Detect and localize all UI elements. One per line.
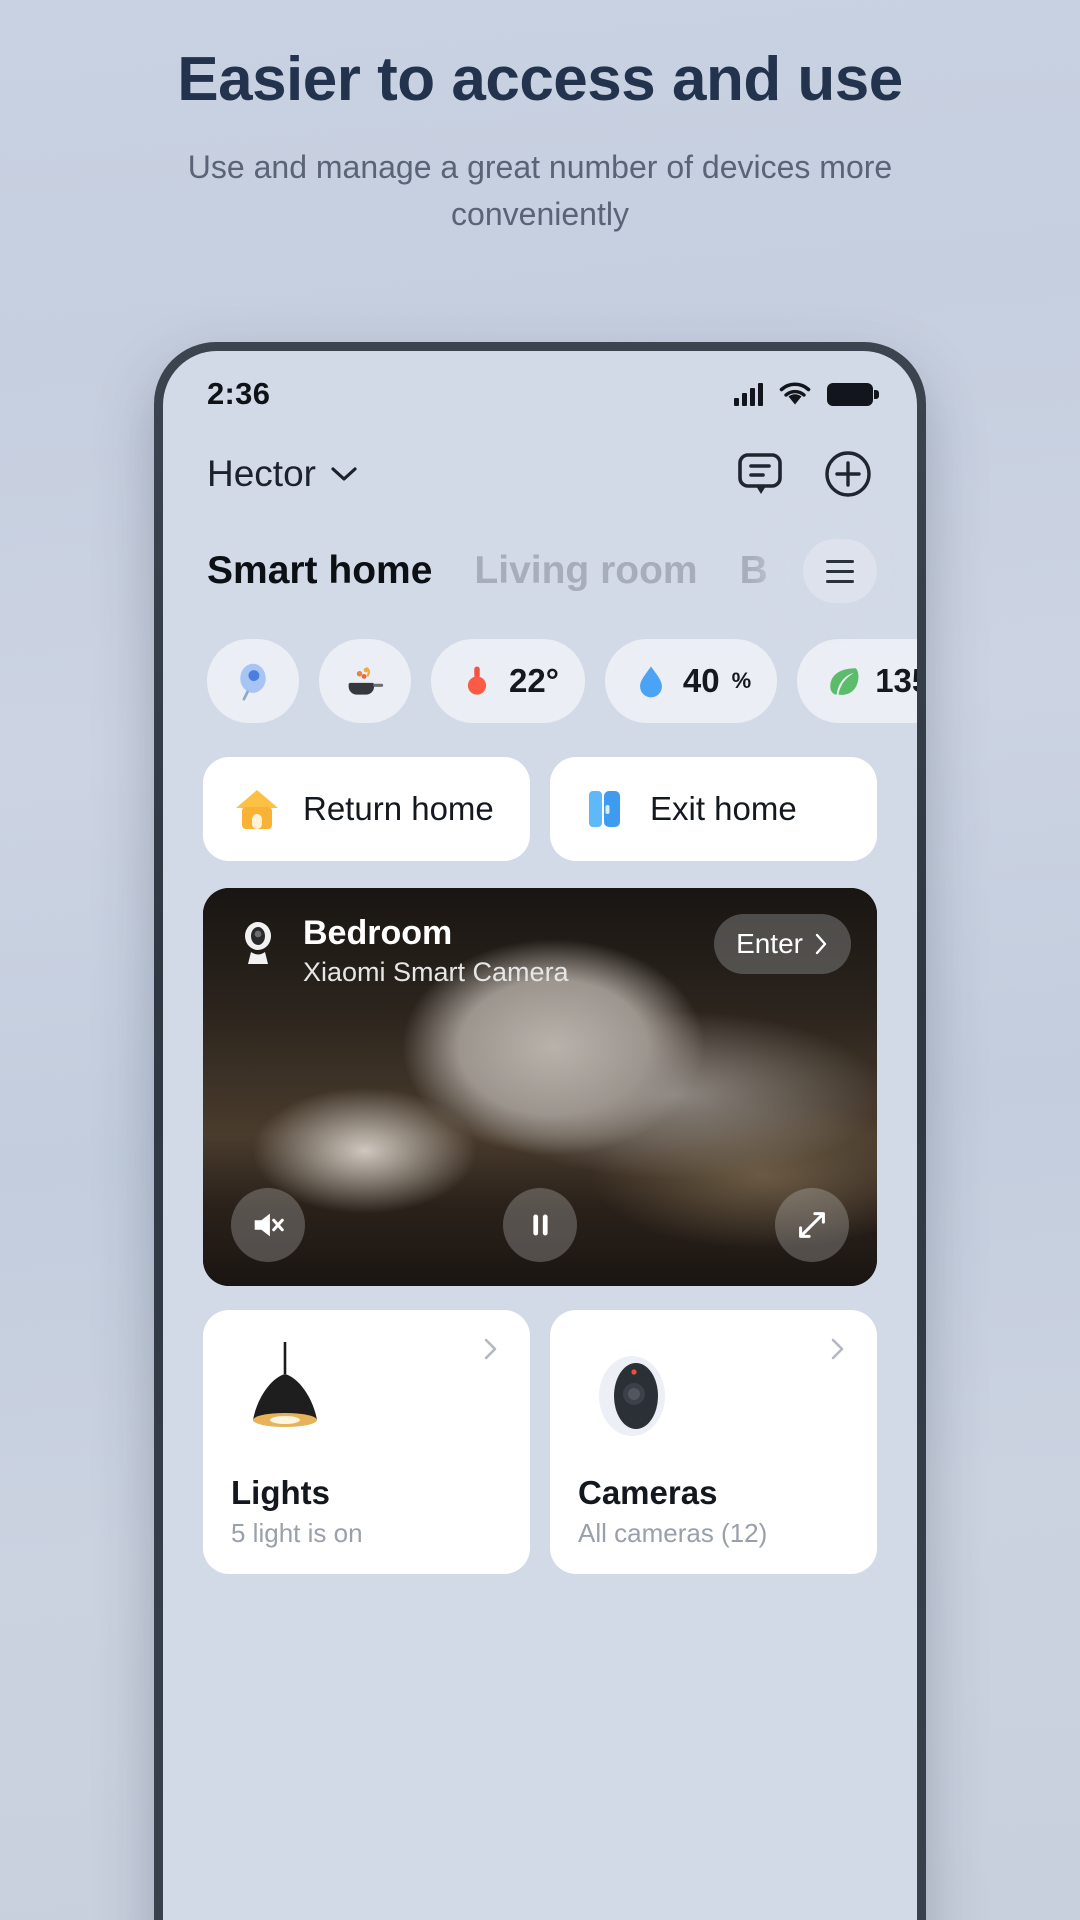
page-subtitle: Use and manage a great number of devices… — [187, 149, 893, 232]
wifi-icon — [779, 382, 811, 405]
pause-icon — [533, 1214, 548, 1236]
hamburger-menu-icon — [826, 559, 854, 583]
scene-buttons: Return home Exit home — [163, 723, 917, 861]
chevron-right-icon — [484, 1338, 497, 1360]
tab-list: Smart home Living room B — [207, 549, 803, 593]
device-card-row: Lights 5 light is on Cameras All cameras… — [163, 1286, 917, 1574]
thermometer-icon — [467, 666, 487, 695]
enter-label: Enter — [736, 928, 803, 959]
tab-living-room[interactable]: Living room — [474, 549, 697, 593]
fullscreen-button[interactable] — [775, 1188, 849, 1262]
message-icon[interactable] — [735, 449, 785, 499]
door-icon — [589, 791, 620, 827]
pendant-lamp-icon — [253, 1342, 317, 1427]
page-title: Easier to access and use — [177, 45, 903, 114]
hamburger-menu-button[interactable] — [803, 539, 877, 603]
air-quality-chip[interactable]: 135 — [797, 639, 917, 723]
chevron-down-icon — [331, 467, 357, 481]
status-bar: 2:36 — [163, 351, 917, 423]
camera-device-icon — [599, 1356, 665, 1436]
phone-mockup: 2:36 Hector Smart home Living room B 22°… — [154, 342, 926, 1920]
camera-room-label: Bedroom — [303, 914, 453, 952]
home-name-label: Hector — [207, 453, 316, 494]
lights-subtitle: 5 light is on — [231, 1518, 363, 1548]
tab-smart-home[interactable]: Smart home — [207, 549, 432, 593]
plus-circle-icon[interactable] — [823, 449, 873, 499]
camera-card-header: Bedroom Xiaomi Smart Camera Enter — [231, 914, 851, 988]
air-quality-value: 135 — [875, 662, 917, 699]
temperature-chip[interactable]: 22° — [431, 639, 585, 723]
camera-preview-card[interactable]: Bedroom Xiaomi Smart Camera Enter — [203, 888, 877, 1286]
cellular-signal-icon — [734, 382, 763, 406]
temperature-value: 22° — [509, 662, 559, 699]
status-chip-row: 22° 40 % 135 — [163, 603, 917, 723]
phone-screen: 2:36 Hector Smart home Living room B 22°… — [163, 351, 917, 1920]
humidity-chip[interactable]: 40 % — [604, 639, 778, 723]
chevron-right-icon — [815, 933, 827, 955]
camera-card-text: Bedroom Xiaomi Smart Camera — [303, 914, 569, 988]
promo-section: Easier to access and use Use and manage … — [0, 0, 1080, 237]
night-mode-chip[interactable] — [207, 639, 299, 723]
header-actions — [735, 449, 873, 499]
home-selector[interactable]: Hector — [207, 453, 358, 495]
return-home-label: Return home — [303, 790, 494, 827]
lights-art — [231, 1340, 502, 1452]
frying-pan-icon — [348, 667, 384, 695]
app-header: Hector — [163, 423, 917, 499]
chevron-right-icon — [831, 1338, 844, 1360]
expand-icon — [799, 1212, 825, 1238]
cameras-subtitle: All cameras (12) — [578, 1518, 768, 1548]
house-icon — [236, 790, 278, 829]
cooking-chip[interactable] — [319, 639, 411, 723]
tab-bar: Smart home Living room B — [163, 499, 917, 603]
water-drop-icon — [639, 666, 662, 698]
lights-card[interactable]: Lights 5 light is on — [203, 1310, 530, 1574]
status-icons — [734, 381, 879, 407]
lights-title: Lights — [231, 1474, 330, 1511]
moon-lamp-icon — [240, 663, 266, 701]
humidity-value: 40 — [682, 662, 720, 699]
enter-camera-button[interactable]: Enter — [714, 914, 851, 974]
pause-button[interactable] — [503, 1188, 577, 1262]
camera-device-label: Xiaomi Smart Camera — [303, 957, 569, 988]
tab-bedroom[interactable]: B — [740, 549, 768, 593]
return-home-button[interactable]: Return home — [203, 757, 530, 861]
cameras-card[interactable]: Cameras All cameras (12) — [550, 1310, 877, 1574]
cameras-art — [578, 1340, 849, 1452]
exit-home-button[interactable]: Exit home — [550, 757, 877, 861]
battery-full-icon — [827, 382, 879, 406]
leaf-icon — [830, 668, 859, 695]
exit-home-label: Exit home — [650, 790, 797, 827]
humidity-unit: % — [731, 668, 752, 693]
mute-button[interactable] — [231, 1188, 305, 1262]
status-time: 2:36 — [207, 376, 271, 411]
camera-controls — [231, 1188, 849, 1262]
security-camera-icon — [245, 922, 271, 964]
speaker-muted-icon — [254, 1213, 284, 1237]
cameras-title: Cameras — [578, 1474, 718, 1511]
